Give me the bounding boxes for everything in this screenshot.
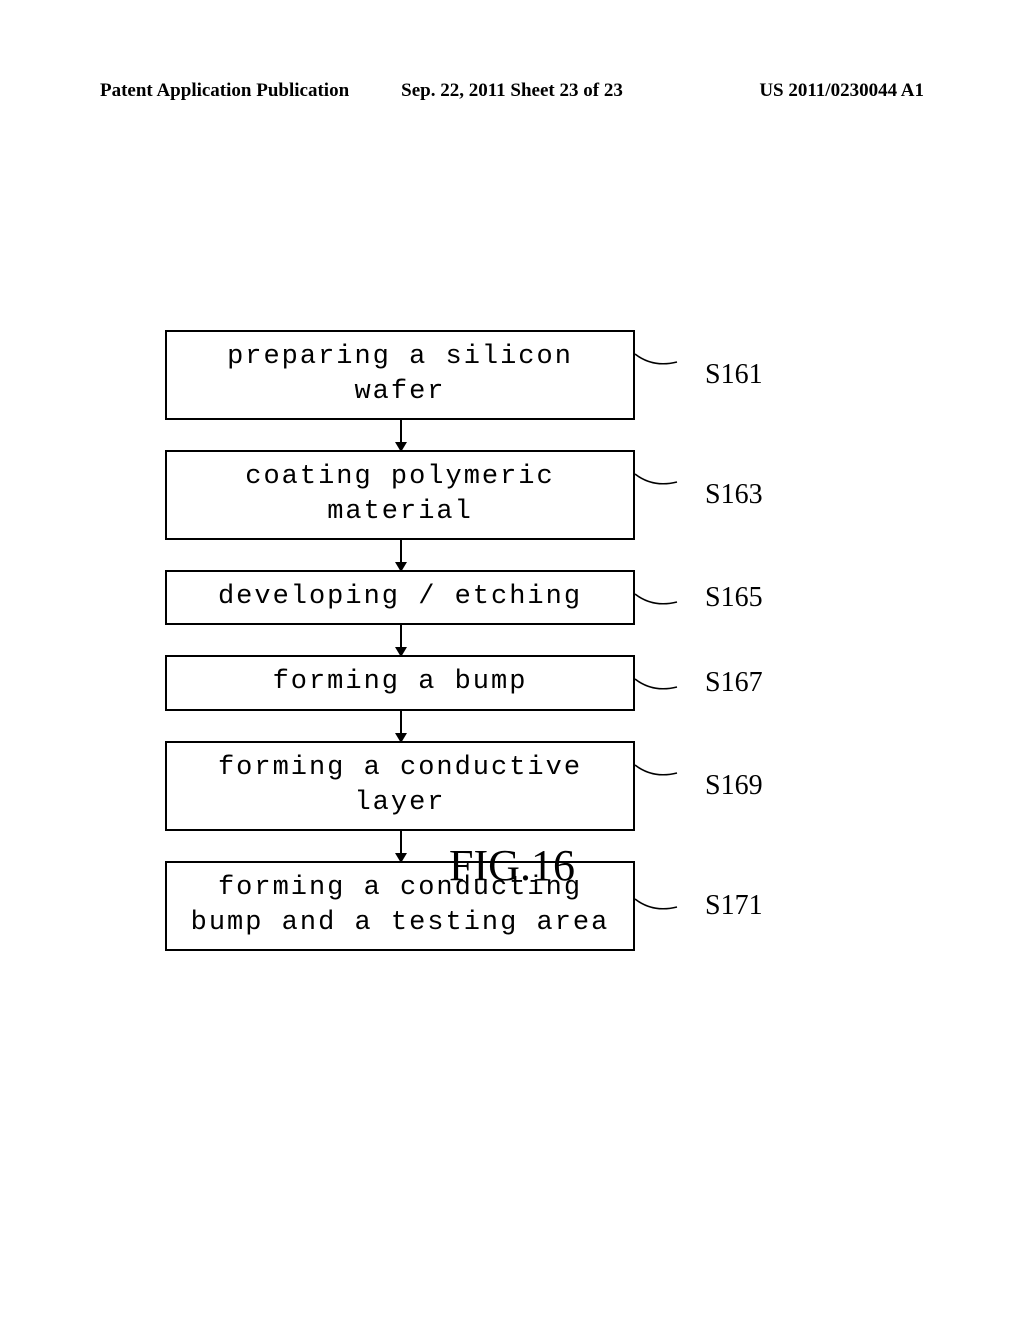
flowchart-arrow <box>400 711 402 741</box>
header-publication: Patent Application Publication <box>100 80 375 102</box>
flowchart-step: forming a bump S167 <box>165 655 865 710</box>
connector-curve <box>635 673 680 693</box>
step-box-prepare-wafer: preparing a silicon wafer <box>165 330 635 420</box>
step-label: S165 <box>705 582 763 614</box>
step-box-developing: developing / etching <box>165 570 635 625</box>
step-box-coating: coating polymeric material <box>165 450 635 540</box>
page-header: Patent Application Publication Sep. 22, … <box>0 80 1024 102</box>
connector-curve <box>635 759 680 779</box>
figure-caption: FIG.16 <box>0 840 1024 891</box>
step-label: S167 <box>705 667 763 699</box>
connector-curve <box>635 348 680 368</box>
step-box-forming-bump: forming a bump <box>165 655 635 710</box>
flowchart-arrow <box>400 420 402 450</box>
connector-curve <box>635 588 680 608</box>
header-date-sheet: Sep. 22, 2011 Sheet 23 of 23 <box>375 80 650 102</box>
step-label: S171 <box>705 890 763 922</box>
connector-curve <box>635 893 680 913</box>
step-label: S161 <box>705 359 763 391</box>
flowchart-step: developing / etching S165 <box>165 570 865 625</box>
connector-curve <box>635 468 680 488</box>
step-box-conductive-layer: forming a conductive layer <box>165 741 635 831</box>
flowchart-step: forming a conductive layer S169 <box>165 741 865 831</box>
header-patent-number: US 2011/0230044 A1 <box>649 80 924 102</box>
step-label: S163 <box>705 479 763 511</box>
flowchart-arrow <box>400 625 402 655</box>
flowchart-step: preparing a silicon wafer S161 <box>165 330 865 420</box>
flowchart-arrow <box>400 540 402 570</box>
flowchart-step: coating polymeric material S163 <box>165 450 865 540</box>
step-label: S169 <box>705 770 763 802</box>
